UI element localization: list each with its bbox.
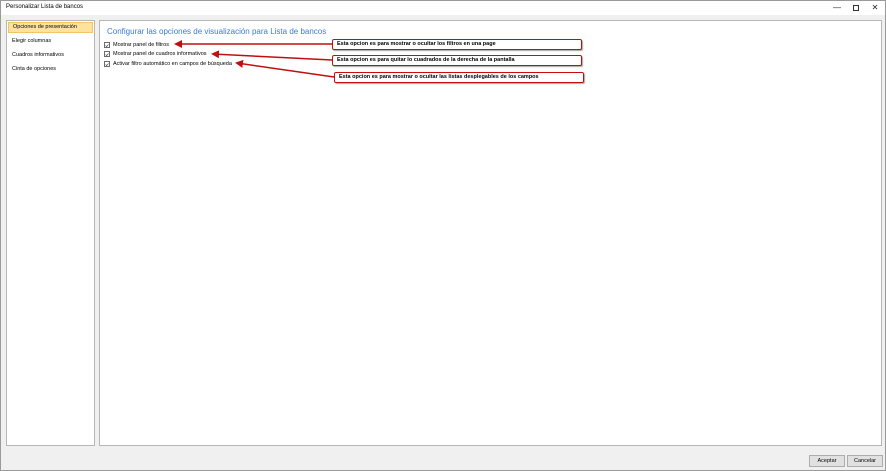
title-bar: Personalizar Lista de bancos — ✕ [1, 1, 885, 15]
sidebar-nav: Opciones de presentación Elegir columnas… [6, 20, 95, 446]
checkbox-filtro-automatico[interactable] [104, 61, 110, 67]
maximize-icon[interactable] [846, 2, 866, 14]
checkmark-icon [105, 52, 109, 56]
checkmark-icon [105, 43, 109, 47]
option-label: Mostrar panel de filtros [113, 42, 169, 48]
cancel-button[interactable]: Cancelar [847, 455, 883, 467]
sidebar-item-cinta-opciones[interactable]: Cinta de opciones [8, 64, 93, 75]
annotation-note-filtros: Esta opcion es para mostrar o ocultar lo… [332, 39, 582, 50]
minimize-icon[interactable]: — [827, 2, 847, 14]
panel-heading: Configurar las opciones de visualización… [107, 27, 327, 36]
option-mostrar-cuadros[interactable]: Mostrar panel de cuadros informativos [104, 50, 207, 58]
option-mostrar-filtros[interactable]: Mostrar panel de filtros [104, 41, 169, 49]
annotation-note-filtro-auto: Esta opcion es para mostrar o ocultar la… [334, 72, 584, 83]
sidebar-item-opciones-presentacion[interactable]: Opciones de presentación [8, 22, 93, 33]
annotation-note-cuadros: Esta opcion es para quitar lo cuadrados … [332, 55, 582, 66]
checkbox-mostrar-filtros[interactable] [104, 42, 110, 48]
accept-button[interactable]: Aceptar [809, 455, 845, 467]
sidebar-item-cuadros-informativos[interactable]: Cuadros informativos [8, 50, 93, 61]
checkmark-icon [105, 62, 109, 66]
options-panel: Configurar las opciones de visualización… [99, 20, 882, 446]
close-icon[interactable]: ✕ [865, 2, 885, 14]
option-filtro-automatico[interactable]: Activar filtro automático en campos de b… [104, 60, 232, 68]
option-label: Activar filtro automático en campos de b… [113, 61, 232, 67]
dialog-window: Personalizar Lista de bancos — ✕ Opcione… [0, 0, 886, 471]
option-label: Mostrar panel de cuadros informativos [113, 51, 207, 57]
window-title: Personalizar Lista de bancos [6, 4, 84, 10]
checkbox-mostrar-cuadros[interactable] [104, 51, 110, 57]
sidebar-item-elegir-columnas[interactable]: Elegir columnas [8, 36, 93, 47]
